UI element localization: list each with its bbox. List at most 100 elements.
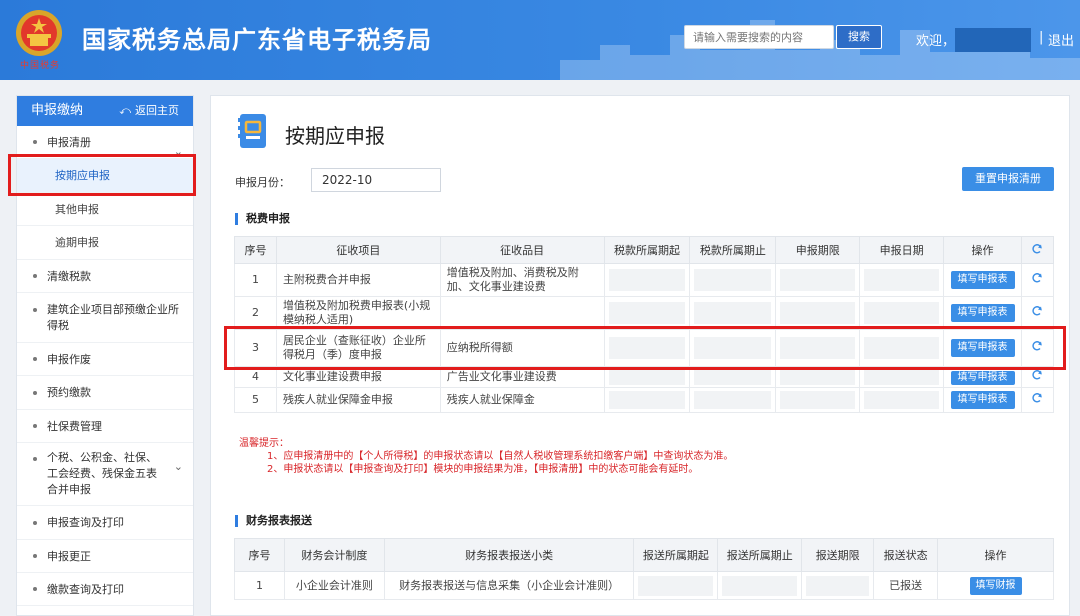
action-cell: 填写财报 — [937, 571, 1054, 600]
tips-block: 温馨提示： 1、应申报清册中的【个人所得税】的申报状态请以【自然人税收管理系统扣… — [239, 437, 733, 476]
sidebar-item-combined-five-forms[interactable]: 个税、公积金、社保、工会经费、残保金五表合并申报 ⌄ — [17, 443, 193, 506]
row-number: 1 — [234, 263, 277, 297]
chevron-down-icon[interactable]: ⌄ — [174, 459, 183, 475]
sidebar-item-label: 申报清册 — [47, 136, 91, 149]
sidebar-item-payment-query[interactable]: 缴款查询及打印 — [17, 573, 193, 606]
sidebar-item-void-declaration[interactable]: 申报作废 — [17, 343, 193, 376]
sidebar-subitem-overdue-declaration[interactable]: 逾期申报 — [17, 226, 193, 260]
sidebar-item-social-insurance[interactable]: 社保费管理 — [17, 410, 193, 443]
highlight-box — [224, 326, 1066, 370]
refresh-icon — [1032, 243, 1043, 253]
fill-form-button[interactable]: 填写申报表 — [950, 304, 1015, 322]
tax-declaration-table: 序号 征收项目 征收品目 税款所属期起 税款所属期止 申报期限 申报日期 操作 … — [234, 236, 1055, 413]
sidebar-item-label: 申报更正 — [47, 550, 91, 563]
bullet-icon — [33, 357, 37, 361]
sidebar-item-correction[interactable]: 申报更正 — [17, 540, 193, 573]
finance-section-title: 财务报表报送 — [235, 515, 312, 527]
table-row: 1 小企业会计准则 财务报表报送与信息采集（小企业会计准则） 已报送 填写财报 — [234, 571, 1054, 600]
bullet-icon — [33, 274, 37, 278]
sidebar-item-clear-tax[interactable]: 清缴税款 — [17, 260, 193, 293]
refresh-icon — [1032, 393, 1043, 403]
emblem-caption: 中国税务 — [19, 61, 60, 71]
reset-list-button[interactable]: 重置申报清册 — [962, 167, 1054, 191]
refresh-icon — [1032, 273, 1043, 283]
tax-item: 增值税及附加税费申报表(小规模纳税人适用) — [275, 296, 441, 330]
header-separator: | — [1039, 30, 1044, 45]
finance-report-table: 序号 财务会计制度 财务报表报送小类 报送所属期起 报送所属期止 报送期限 报送… — [234, 538, 1054, 600]
submit-status: 已报送 — [873, 571, 939, 600]
period-end-cell — [689, 296, 777, 330]
search-input[interactable] — [684, 25, 834, 49]
sidebar-item-label: 个税、公积金、社保、工会经费、残保金五表合并申报 — [47, 451, 157, 496]
back-home-label: 返回主页 — [135, 104, 179, 117]
refresh-all-button[interactable] — [1020, 236, 1055, 264]
table-row: 1 主附税费合并申报 增值税及附加、消费税及附加、文化事业建设费 填写申报表 — [234, 263, 1055, 297]
tax-category — [439, 296, 605, 330]
search-button[interactable]: 搜索 — [836, 25, 882, 49]
welcome-text: 欢迎， — [916, 34, 956, 49]
back-home-link[interactable]: ⤺ 返回主页 — [119, 96, 179, 126]
column-header: 财务会计制度 — [283, 538, 385, 572]
submit-start-cell — [633, 571, 719, 600]
bullet-icon — [33, 457, 37, 461]
row-refresh-button[interactable] — [1020, 387, 1055, 413]
deadline-cell — [775, 296, 861, 330]
sidebar-item-label: 申报查询及打印 — [47, 516, 124, 529]
deadline-cell — [775, 387, 861, 413]
submit-deadline-cell — [801, 571, 875, 600]
fill-financial-report-button[interactable]: 填写财报 — [969, 576, 1022, 595]
row-refresh-button[interactable] — [1020, 296, 1055, 330]
sidebar-subitem-label: 其他申报 — [55, 203, 99, 216]
sidebar-header: 申报缴纳 ⤺ 返回主页 — [17, 96, 193, 126]
sidebar-item-label: 缴款查询及打印 — [47, 583, 124, 596]
month-field[interactable]: 2022-10 — [311, 168, 441, 192]
submit-end-cell — [717, 571, 803, 600]
table-row: 5 残疾人就业保障金申报 残疾人就业保障金 填写申报表 — [234, 387, 1055, 413]
row-refresh-button[interactable] — [1020, 263, 1055, 297]
accounting-system: 小企业会计准则 — [283, 571, 385, 600]
column-header: 征收品目 — [439, 236, 605, 264]
tax-section-title: 税费申报 — [235, 213, 290, 225]
site-title: 国家税务总局广东省电子税务局 — [82, 26, 432, 54]
table-header-row: 序号 征收项目 征收品目 税款所属期起 税款所属期止 申报期限 申报日期 操作 — [234, 236, 1055, 264]
sidebar-item-query-print[interactable]: 申报查询及打印 — [17, 506, 193, 540]
column-header: 报送期限 — [801, 538, 875, 572]
fill-form-button[interactable]: 填写申报表 — [950, 391, 1015, 409]
username-redacted — [955, 28, 1031, 52]
national-emblem-icon — [16, 10, 62, 56]
fill-form-button[interactable]: 填写申报表 — [950, 271, 1015, 289]
declaration-book-icon — [238, 114, 266, 148]
sidebar-item-scheduled-payment[interactable]: 预约缴款 — [17, 376, 193, 410]
bullet-icon — [33, 424, 37, 428]
tips-line: 1、应申报清册中的【个人所得税】的申报状态请以【自然人税收管理系统扣缴客户端】中… — [267, 451, 734, 462]
period-end-cell — [689, 263, 777, 297]
row-number: 5 — [234, 387, 277, 413]
sidebar-subitem-other-declaration[interactable]: 其他申报 — [17, 193, 193, 226]
sidebar-item-construction-prepay[interactable]: 建筑企业项目部预缴企业所得税 — [17, 293, 193, 343]
report-subtype: 财务报表报送与信息采集（小企业会计准则） — [383, 571, 635, 600]
declare-date-cell — [859, 296, 945, 330]
declare-date-cell — [859, 387, 945, 413]
column-header: 征收项目 — [275, 236, 441, 264]
bullet-icon — [33, 520, 37, 525]
column-header: 报送状态 — [873, 538, 939, 572]
period-end-cell — [689, 387, 777, 413]
column-header: 报送所属期止 — [717, 538, 803, 572]
logout-link[interactable]: 退出 — [1048, 30, 1074, 49]
back-arrow-icon: ⤺ — [119, 104, 131, 117]
fill-form-button[interactable]: 填写申报表 — [950, 370, 1015, 385]
top-header: 中国税务 国家税务总局广东省电子税务局 搜索 欢迎， | 退出 — [0, 0, 1080, 80]
column-header: 税款所属期止 — [689, 236, 777, 264]
period-start-cell — [603, 387, 691, 413]
bullet-icon — [33, 140, 37, 144]
month-label: 申报月份： — [235, 176, 290, 189]
deadline-cell — [775, 263, 861, 297]
column-header: 操作 — [943, 236, 1022, 264]
column-header: 申报期限 — [775, 236, 861, 264]
sidebar-title: 申报缴纳 — [31, 103, 84, 118]
tax-item: 主附税费合并申报 — [275, 263, 441, 297]
bullet-icon — [33, 554, 37, 558]
row-number: 1 — [234, 571, 285, 600]
refresh-icon — [1032, 370, 1043, 380]
column-header: 序号 — [234, 538, 285, 572]
